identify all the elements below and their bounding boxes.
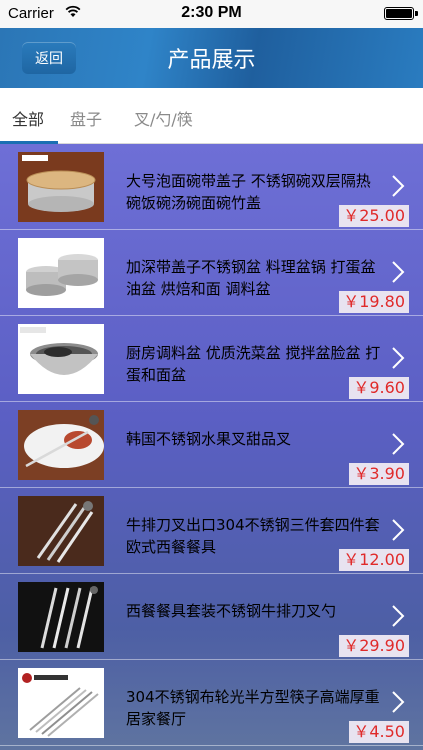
product-row[interactable]: 加深带盖子不锈钢盆 料理盆锅 打蛋盆 油盆 烘焙和面 调料盆 ￥19.80 [0,230,423,316]
product-price: ￥9.60 [349,377,409,399]
product-row[interactable]: 韩国不锈钢水果叉甜品叉 ￥3.90 [0,402,423,488]
category-tabs: 全部 盘子 叉/勺/筷 [0,88,423,144]
product-image [18,324,104,394]
chevron-right-icon [392,261,405,283]
product-image [18,582,104,652]
product-image [18,152,104,222]
product-price: ￥4.50 [349,721,409,743]
product-price: ￥3.90 [349,463,409,485]
chevron-right-icon [392,691,405,713]
battery-icon [384,7,418,20]
clock: 2:30 PM [181,4,242,21]
product-row[interactable]: 厨房调料盆 优质洗菜盆 搅拌盆脸盆 打蛋和面盆 ￥9.60 [0,316,423,402]
chevron-right-icon [392,605,405,627]
product-title: 304不锈钢布轮光半方型筷子高端厚重居家餐厅 [126,688,380,728]
chevron-right-icon [392,433,405,455]
product-title: 韩国不锈钢水果叉甜品叉 [126,430,292,448]
product-image [18,238,104,308]
navigation-bar: 返回 产品展示 [0,28,423,88]
product-row[interactable]: 304不锈钢布轮光半方型筷子高端厚重居家餐厅 ￥4.50 [0,660,423,746]
product-image [18,668,104,738]
chevron-right-icon [392,175,405,197]
product-title: 西餐餐具套装不锈钢牛排刀叉勺 [126,602,337,620]
product-image [18,410,104,480]
product-row[interactable]: 牛排刀叉出口304不锈钢三件套四件套欧式西餐餐具 ￥12.00 [0,488,423,574]
chevron-right-icon [392,347,405,369]
product-price: ￥12.00 [339,549,409,571]
product-price: ￥29.90 [339,635,409,657]
tab-all[interactable]: 全部 [12,106,44,130]
chevron-right-icon [392,519,405,541]
status-bar: Carrier 2:30 PM [0,0,423,28]
product-price: ￥19.80 [339,291,409,313]
tab-cutlery[interactable]: 叉/勺/筷 [134,106,193,130]
product-image [18,496,104,566]
product-title: 厨房调料盆 优质洗菜盆 搅拌盆脸盆 打蛋和面盆 [126,344,381,384]
product-row[interactable]: 大号泡面碗带盖子 不锈钢碗双层隔热碗饭碗汤碗面碗竹盖 ￥25.00 [0,144,423,230]
product-price: ￥25.00 [339,205,409,227]
product-list[interactable]: 大号泡面碗带盖子 不锈钢碗双层隔热碗饭碗汤碗面碗竹盖 ￥25.00 加深带盖子不… [0,144,423,750]
product-row[interactable]: 西餐餐具套装不锈钢牛排刀叉勺 ￥29.90 [0,574,423,660]
page-title: 产品展示 [167,48,256,73]
tab-plates[interactable]: 盘子 [70,106,102,130]
